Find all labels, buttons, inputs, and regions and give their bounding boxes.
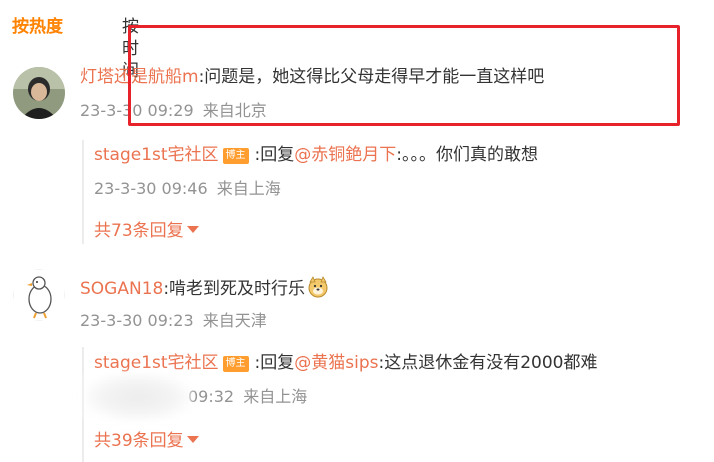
comment-text: :啃老到死及时行乐 (163, 279, 306, 299)
goose-avatar-icon (13, 269, 65, 321)
more-replies-link[interactable]: 共39条回复 (94, 430, 199, 452)
comment-body: SOGAN18:啃老到死及时行乐 (80, 276, 329, 304)
reply-location: 来自上海 (243, 387, 308, 406)
comment-timestamp: 23-3-30 09:23 (80, 311, 194, 330)
comment-location: 来自天津 (202, 311, 267, 330)
more-replies-link[interactable]: 共73条回复 (94, 220, 199, 242)
comment-meta: 23-3-30 09:29 来自北京 (80, 101, 267, 121)
reply-body: stage1st宅社区 博主 :回复@赤铜銫月下:。。。你们真的敢想 (94, 144, 538, 166)
reply-username[interactable]: stage1st宅社区 (94, 353, 219, 373)
comment-location: 来自北京 (202, 101, 267, 120)
reply-thread (82, 140, 84, 244)
comment-username[interactable]: 灯塔还是航船m (80, 67, 199, 87)
reply-thread (82, 347, 84, 462)
reply-timestamp: 23-3-30 09:46 (94, 179, 208, 198)
reply-meta: 23-3-30 09:46 来自上海 (94, 179, 281, 199)
avatar[interactable] (13, 269, 65, 321)
comment-text: :问题是，她这得比父母走得早才能一直这样吧 (198, 67, 545, 87)
blogger-badge: 博主 (222, 148, 249, 164)
more-replies-label: 共73条回复 (94, 221, 184, 241)
reply-text: :。。。你们真的敢想 (396, 145, 538, 165)
reply-text: :这点退休金有没有2000都难 (378, 353, 598, 373)
reply-timestamp: 09:32 (188, 387, 235, 406)
reply-mention-link[interactable]: @赤铜銫月下 (294, 145, 396, 165)
reply-username[interactable]: stage1st宅社区 (94, 145, 219, 165)
comment-meta: 23-3-30 09:23 来自天津 (80, 311, 267, 331)
blogger-badge: 博主 (222, 356, 249, 372)
reply-location: 来自上海 (216, 179, 281, 198)
reply-mention-link[interactable]: @黄猫sips (294, 353, 378, 373)
reply-prefix: :回复 (254, 353, 295, 373)
reply-body: stage1st宅社区 博主 :回复@黄猫sips:这点退休金有没有2000都难 (94, 352, 598, 374)
reply-prefix: :回复 (254, 145, 295, 165)
avatar[interactable] (13, 67, 65, 119)
sort-tabs: 按热度 按时间 (12, 14, 139, 81)
caret-down-icon (186, 226, 199, 233)
more-replies-label: 共39条回复 (94, 431, 184, 451)
tab-sort-by-hot[interactable]: 按热度 (12, 16, 63, 38)
doge-emoji-icon (307, 276, 329, 304)
comment-username[interactable]: SOGAN18 (80, 279, 163, 299)
comment-body: 灯塔还是航船m:问题是，她这得比父母走得早才能一直这样吧 (80, 66, 544, 88)
reply-meta: 09:32 来自上海 (188, 387, 307, 407)
user-photo-icon (13, 67, 65, 119)
comment-timestamp: 23-3-30 09:29 (80, 101, 194, 120)
caret-down-icon (186, 436, 199, 443)
blurred-overlay (86, 374, 190, 420)
